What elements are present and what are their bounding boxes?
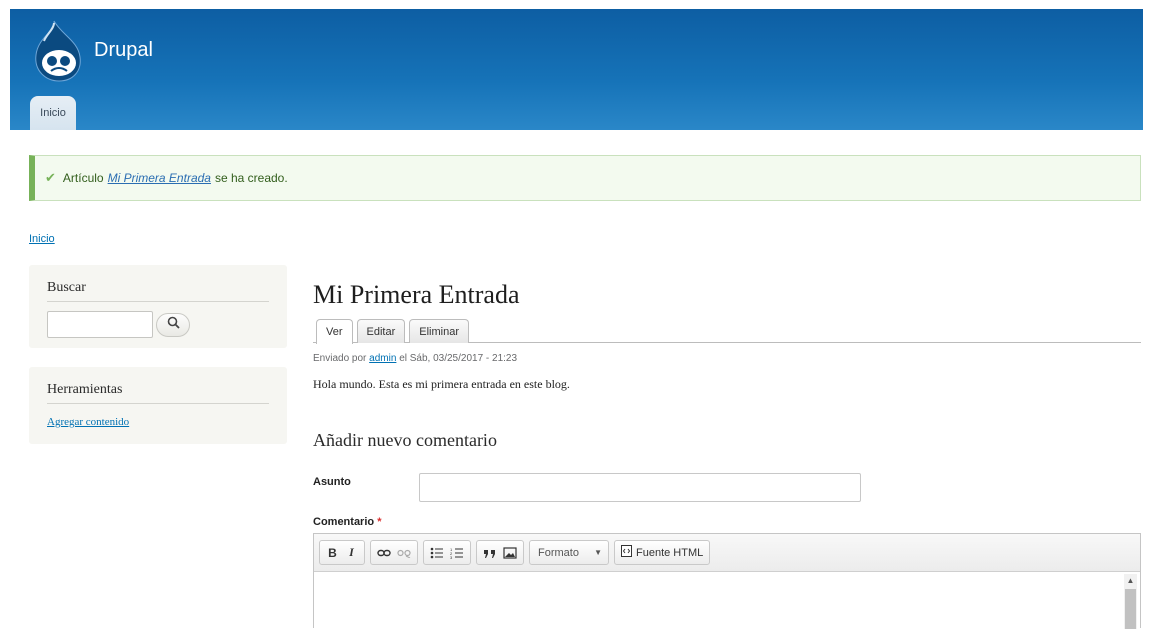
node-tabs: Ver Editar Eliminar [313, 318, 1141, 344]
comment-label: Comentario * [313, 516, 381, 528]
status-message: ✔ Artículo Mi Primera Entrada se ha crea… [29, 155, 1141, 201]
site-name[interactable]: Drupal [94, 39, 153, 62]
search-block-title: Buscar [47, 265, 269, 302]
search-icon [167, 316, 180, 334]
submitted-date: el Sáb, 03/25/2017 - 21:23 [399, 353, 518, 364]
bold-button[interactable]: B [323, 542, 342, 563]
subject-input[interactable] [419, 473, 861, 502]
comment-textarea[interactable]: ▲ [314, 572, 1140, 629]
tab-view[interactable]: Ver [316, 319, 353, 344]
image-icon[interactable] [500, 542, 520, 563]
search-input[interactable] [47, 311, 153, 338]
tab-edit[interactable]: Editar [356, 319, 406, 343]
author-link[interactable]: admin [369, 353, 396, 364]
message-suffix: se ha creado. [214, 171, 288, 185]
search-button[interactable] [156, 312, 190, 337]
submitted-info: Enviado por admin el Sáb, 03/25/2017 - 2… [313, 353, 517, 364]
italic-button[interactable]: I [342, 542, 361, 563]
subject-label: Asunto [313, 476, 351, 488]
node-body: Hola mundo. Esta es mi primera entrada e… [313, 377, 570, 391]
blockquote-icon[interactable] [480, 542, 500, 563]
format-group: B I [319, 540, 365, 565]
list-group: 123 [423, 540, 471, 565]
scroll-thumb[interactable] [1125, 589, 1136, 629]
editor-scrollbar[interactable]: ▲ [1124, 574, 1137, 629]
drupal-logo-icon[interactable] [32, 19, 84, 83]
tab-delete[interactable]: Eliminar [409, 319, 469, 343]
search-block: Buscar [29, 265, 287, 348]
tools-block-title: Herramientas [47, 367, 269, 404]
message-prefix: Artículo [62, 171, 104, 185]
tools-block: Herramientas Agregar contenido [29, 367, 287, 444]
chevron-down-icon: ▼ [594, 548, 602, 557]
submitted-prefix: Enviado por [313, 353, 367, 364]
link-group [370, 540, 418, 565]
unlink-icon[interactable] [394, 542, 414, 563]
source-label: Fuente HTML [636, 546, 704, 559]
link-icon[interactable] [374, 542, 394, 563]
format-dropdown[interactable]: Formato ▼ [529, 540, 609, 565]
bulleted-list-icon[interactable] [427, 542, 447, 563]
nav-tab-home[interactable]: Inicio [30, 96, 76, 130]
editor-toolbar: B I 123 Formato ▼ Fuente HTML [314, 534, 1140, 572]
page-title: Mi Primera Entrada [313, 280, 520, 309]
insert-group [476, 540, 524, 565]
check-icon: ✔ [45, 170, 56, 185]
comment-section-title: Añadir nuevo comentario [313, 430, 497, 450]
source-html-button[interactable]: Fuente HTML [614, 540, 711, 565]
source-icon [621, 545, 632, 560]
comment-label-text: Comentario [313, 516, 375, 528]
required-marker: * [377, 516, 382, 528]
comment-editor: B I 123 Formato ▼ Fuente HTML ▲ [313, 533, 1141, 629]
message-node-link[interactable]: Mi Primera Entrada [108, 171, 211, 185]
format-label: Formato [538, 546, 579, 559]
breadcrumb-home-link[interactable]: Inicio [29, 233, 55, 245]
scroll-up-icon[interactable]: ▲ [1124, 574, 1137, 587]
numbered-list-icon[interactable]: 123 [447, 542, 467, 563]
svg-text:3: 3 [450, 555, 453, 559]
site-header: Drupal Inicio [10, 9, 1143, 130]
add-content-link[interactable]: Agregar contenido [47, 416, 129, 428]
